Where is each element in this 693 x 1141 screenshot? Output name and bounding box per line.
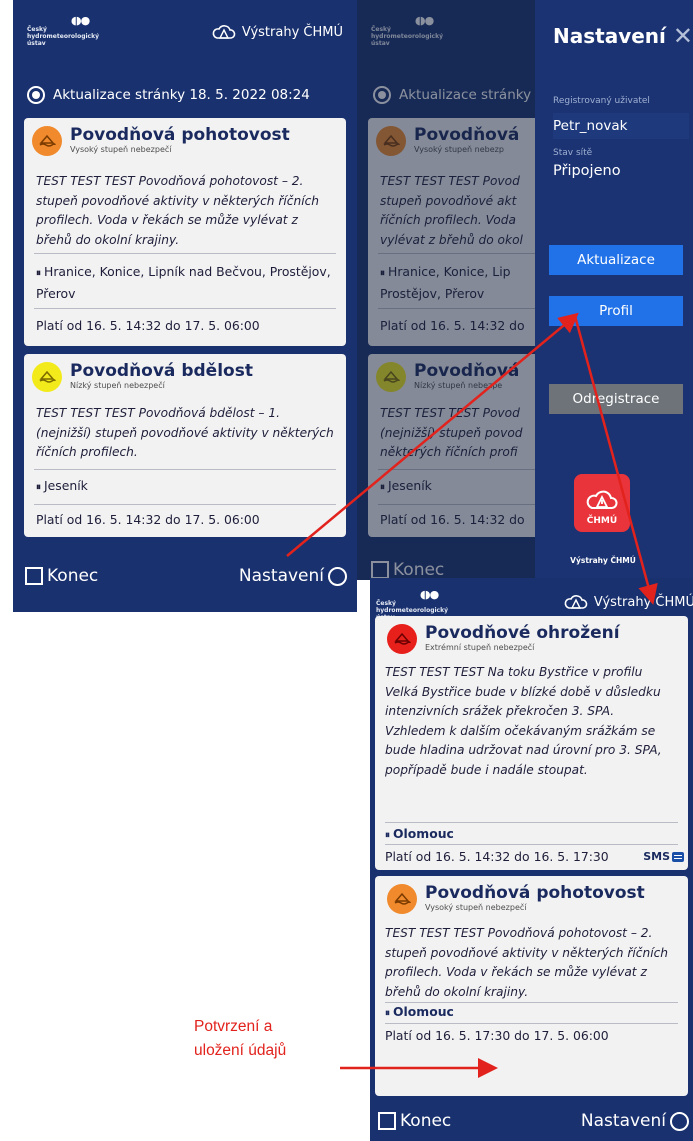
exit-button[interactable]: Konec xyxy=(378,1111,451,1131)
network-status: Připojeno xyxy=(553,163,621,179)
sms-label: SMS xyxy=(643,850,670,863)
warning-card[interactable]: Povodňová pohotovost Vysoký stupeň nebez… xyxy=(375,876,688,1096)
location-icon: ⏸ xyxy=(36,268,41,279)
card-title: Povodňová pohotovost xyxy=(70,125,290,145)
unregister-button[interactable]: Odregistrace xyxy=(549,384,683,414)
circle-icon xyxy=(670,1111,689,1131)
location-icon: ⏸ xyxy=(36,482,41,493)
chmu-logo: ◖◗● Český hydrometeorologický ústav xyxy=(27,14,137,54)
card-severity: Extrémní stupeň nebezpečí xyxy=(425,643,535,652)
user-label: Registrovaný uživatel xyxy=(553,96,650,106)
divider xyxy=(34,308,336,309)
network-label: Stav sítě xyxy=(553,148,593,158)
card-header: Povodňová bdělost Nízký stupeň nebezpečí xyxy=(32,362,253,400)
square-icon xyxy=(25,567,43,585)
card-header: Povodňová pohotovost Vysoký stupeň nebez… xyxy=(32,126,290,164)
location-icon: ⏸ xyxy=(385,1008,390,1019)
card-severity: Vysoký stupeň nebezpečí xyxy=(70,145,172,154)
warning-cloud-icon xyxy=(212,25,236,39)
flood-icon xyxy=(32,362,62,392)
locations-text: Olomouc xyxy=(393,826,454,841)
flood-icon xyxy=(387,884,417,914)
screen-main: ◖◗● Český hydrometeorologický ústav Výst… xyxy=(13,0,357,612)
settings-label: Nastavení xyxy=(238,566,324,586)
location-icon: ⏸ xyxy=(385,830,390,841)
warning-cloud-icon xyxy=(564,595,588,609)
card-locations: ⏸Jeseník xyxy=(36,476,336,498)
flood-icon xyxy=(32,126,62,156)
warning-card[interactable]: Povodňová bdělost Nízký stupeň nebezpečí… xyxy=(24,354,346,537)
card-locations: ⏸ Hranice, Konice, Lipník nad Bečvou, Pro… xyxy=(36,262,336,303)
card-title: Povodňová bdělost xyxy=(70,361,253,381)
username-field[interactable]: Petr_novak xyxy=(553,113,689,139)
refresh-status[interactable]: Aktualizace stránky 18. 5. 2022 08:24 xyxy=(27,84,310,106)
divider xyxy=(34,504,336,505)
drawer-title: Nastavení xyxy=(553,24,666,48)
app-tile-label: ČHMÚ xyxy=(586,516,618,526)
app-tile[interactable]: ČHMÚ xyxy=(574,474,630,532)
brand-name: Výstrahy ČHMÚ xyxy=(241,24,343,40)
dim-overlay[interactable] xyxy=(357,0,535,580)
bottom-bar: Konec Nastavení xyxy=(370,1103,693,1139)
settings-button[interactable]: Nastavení xyxy=(581,1111,689,1131)
update-button[interactable]: Aktualizace xyxy=(549,245,683,275)
screen-settings-open: ◖◗● Český hydrometeorologický ústav Aktu… xyxy=(357,0,535,580)
brand-name: Výstrahy ČHMÚ xyxy=(593,594,693,610)
annotation-caption: Potvrzení a uložení údajů xyxy=(194,1015,286,1063)
divider xyxy=(34,469,336,470)
bottom-bar: Konec Nastavení xyxy=(13,558,357,594)
screen-profile: ◖◗● Český hydrometeorologický ústav Výst… xyxy=(370,578,693,1141)
card-title: Povodňová pohotovost xyxy=(425,883,645,903)
update-text: Aktualizace stránky 18. 5. 2022 08:24 xyxy=(53,87,310,103)
flood-icon xyxy=(387,624,417,654)
card-validity: Platí od 16. 5. 14:32 do 16. 5. 17:30 xyxy=(385,849,609,864)
app-header: ◖◗● Český hydrometeorologický ústav Výst… xyxy=(13,0,357,60)
card-description: TEST TEST TEST Na toku Bystřice v profil… xyxy=(385,665,662,777)
divider xyxy=(385,844,678,845)
settings-label: Nastavení xyxy=(580,1111,666,1131)
exit-button[interactable]: Konec xyxy=(25,566,98,586)
card-validity: Platí od 16. 5. 14:32 do 17. 5. 06:00 xyxy=(36,512,260,527)
card-severity: Vysoký stupeň nebezpečí xyxy=(425,903,527,912)
card-validity: Platí od 16. 5. 14:32 do 17. 5. 06:00 xyxy=(36,318,260,333)
card-locations: ⏸ Olomouc xyxy=(385,824,678,846)
card-header: Povodňové ohrožení Extrémní stupeň nebez… xyxy=(387,624,620,662)
square-icon xyxy=(378,1112,396,1130)
circle-icon xyxy=(328,566,347,586)
warning-card[interactable]: Povodňové ohrožení Extrémní stupeň nebez… xyxy=(375,616,688,870)
divider xyxy=(385,1023,678,1024)
exit-label: Konec xyxy=(400,1111,452,1131)
card-description: TEST TEST TEST Povodňová pohotovost – 2.… xyxy=(36,174,320,247)
divider xyxy=(34,253,336,254)
message-icon xyxy=(672,851,684,862)
card-locations: ⏸ Olomouc xyxy=(385,1002,678,1024)
card-description: TEST TEST TEST Povodňová bdělost – 1. (n… xyxy=(36,406,334,459)
locations-text: Olomouc xyxy=(393,1004,454,1019)
brand: Výstrahy ČHMÚ xyxy=(564,590,693,614)
card-severity: Nízký stupeň nebezpečí xyxy=(70,381,165,390)
profile-button[interactable]: Profil xyxy=(549,296,683,326)
refresh-icon xyxy=(27,86,45,104)
close-icon[interactable]: ✕ xyxy=(673,22,693,50)
card-header: Povodňová pohotovost Vysoký stupeň nebez… xyxy=(387,884,645,922)
app-caption: Výstrahy ČHMÚ xyxy=(570,556,636,565)
annotation-line: Potvrzení a xyxy=(194,1018,273,1035)
locations-text: Hranice, Konice, Lipník nad Bečvou, Pros… xyxy=(36,264,331,301)
locations-text: Jeseník xyxy=(44,478,88,493)
card-title: Povodňové ohrožení xyxy=(425,623,620,643)
card-description: TEST TEST TEST Povodňová pohotovost – 2.… xyxy=(385,926,669,999)
sms-indicator: SMS xyxy=(643,850,684,863)
settings-button[interactable]: Nastavení xyxy=(239,566,347,586)
brand: Výstrahy ČHMÚ xyxy=(212,20,343,44)
warning-cloud-icon xyxy=(586,490,618,509)
exit-label: Konec xyxy=(47,566,99,586)
card-validity: Platí od 16. 5. 17:30 do 17. 5. 06:00 xyxy=(385,1028,609,1043)
warning-card[interactable]: Povodňová pohotovost Vysoký stupeň nebez… xyxy=(24,118,346,346)
org-name: Český hydrometeorologický ústav xyxy=(27,26,100,47)
divider xyxy=(385,822,678,823)
annotation-line: uložení údajů xyxy=(194,1042,287,1059)
